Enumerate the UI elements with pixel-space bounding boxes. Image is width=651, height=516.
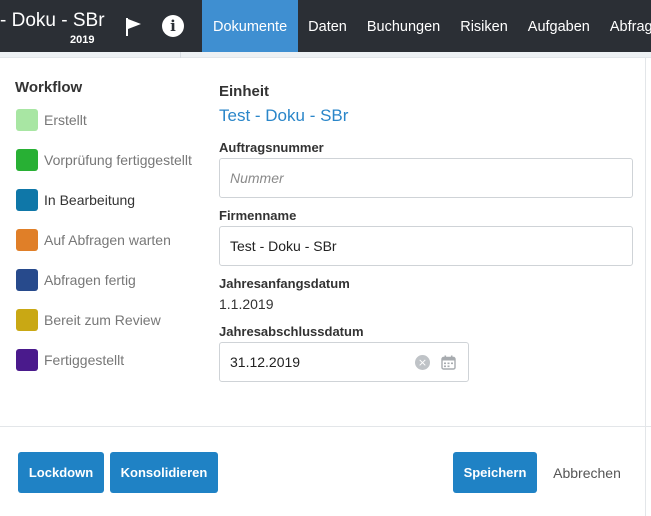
panel-edge xyxy=(645,58,646,516)
einheit-label: Einheit xyxy=(219,83,270,100)
jahresabschlussdatum-input[interactable] xyxy=(220,343,400,381)
workflow-swatch xyxy=(16,189,38,211)
workflow-label: Fertiggestellt xyxy=(44,352,125,368)
speichern-button[interactable]: Speichern xyxy=(453,452,537,493)
workflow-item-abfragen-fertig: Abfragen fertig xyxy=(16,269,136,291)
workflow-swatch xyxy=(16,109,38,131)
einheit-value: Test - Doku - SBr xyxy=(219,106,349,125)
jahresanfangsdatum-value: 1.1.2019 xyxy=(219,296,274,312)
workflow-swatch xyxy=(16,349,38,371)
flag-icon[interactable] xyxy=(123,16,145,38)
nav-item-abfragen[interactable]: Abfragen xyxy=(600,0,651,52)
jahresanfangsdatum-label: Jahresanfangsdatum xyxy=(219,276,350,291)
workflow-label: Abfragen fertig xyxy=(44,272,136,288)
workflow-item-vorpruefung: Vorprüfung fertiggestellt xyxy=(16,149,192,171)
firmenname-label: Firmenname xyxy=(219,208,297,223)
workflow-label: Bereit zum Review xyxy=(44,312,161,328)
workflow-swatch xyxy=(16,149,38,171)
workflow-label: Erstellt xyxy=(44,112,87,128)
main-nav: Dokumente Daten Buchungen Risiken Aufgab… xyxy=(202,0,651,52)
workflow-label: Vorprüfung fertiggestellt xyxy=(44,152,192,168)
workflow-item-fertiggestellt: Fertiggestellt xyxy=(16,349,124,371)
clear-icon[interactable]: × xyxy=(415,355,430,370)
jahresabschlussdatum-label: Jahresabschlussdatum xyxy=(219,324,364,339)
nav-item-daten[interactable]: Daten xyxy=(298,0,357,52)
workflow-item-in-bearbeitung: In Bearbeitung xyxy=(16,189,135,211)
lockdown-button[interactable]: Lockdown xyxy=(18,452,104,493)
app-title: - Doku - SBr xyxy=(0,10,105,31)
subheader-strip xyxy=(0,52,651,58)
konsolidieren-button[interactable]: Konsolidieren xyxy=(110,452,218,493)
workflow-item-auf-abfragen-warten: Auf Abfragen warten xyxy=(16,229,171,251)
nav-item-dokumente[interactable]: Dokumente xyxy=(202,0,299,52)
nav-item-risiken[interactable]: Risiken xyxy=(450,0,518,52)
workflow-item-bereit-zum-review: Bereit zum Review xyxy=(16,309,161,331)
auftragsnummer-label: Auftragsnummer xyxy=(219,140,324,155)
footer-divider xyxy=(0,426,651,427)
firmenname-field xyxy=(219,226,633,266)
workflow-label: In Bearbeitung xyxy=(44,192,136,208)
app-year: 2019 xyxy=(70,34,95,46)
workflow-item-erstellt: Erstellt xyxy=(16,109,87,131)
nav-item-buchungen[interactable]: Buchungen xyxy=(357,0,450,52)
nav-item-aufgaben[interactable]: Aufgaben xyxy=(518,0,600,52)
info-icon[interactable]: i xyxy=(162,15,184,37)
workflow-label: Auf Abfragen warten xyxy=(44,232,171,248)
firmenname-input[interactable] xyxy=(220,227,632,265)
subheader-divider xyxy=(180,52,181,58)
workflow-swatch xyxy=(16,229,38,251)
abbrechen-button[interactable]: Abbrechen xyxy=(546,452,628,493)
jahresabschlussdatum-field: × xyxy=(219,342,469,382)
workflow-title: Workflow xyxy=(15,79,83,96)
workflow-swatch xyxy=(16,309,38,331)
workflow-swatch xyxy=(16,269,38,291)
calendar-icon[interactable] xyxy=(441,355,456,370)
auftragsnummer-field xyxy=(219,158,633,198)
top-bar: - Doku - SBr 2019 i Dokumente Daten Buch… xyxy=(0,0,651,52)
auftragsnummer-input[interactable] xyxy=(220,159,632,197)
